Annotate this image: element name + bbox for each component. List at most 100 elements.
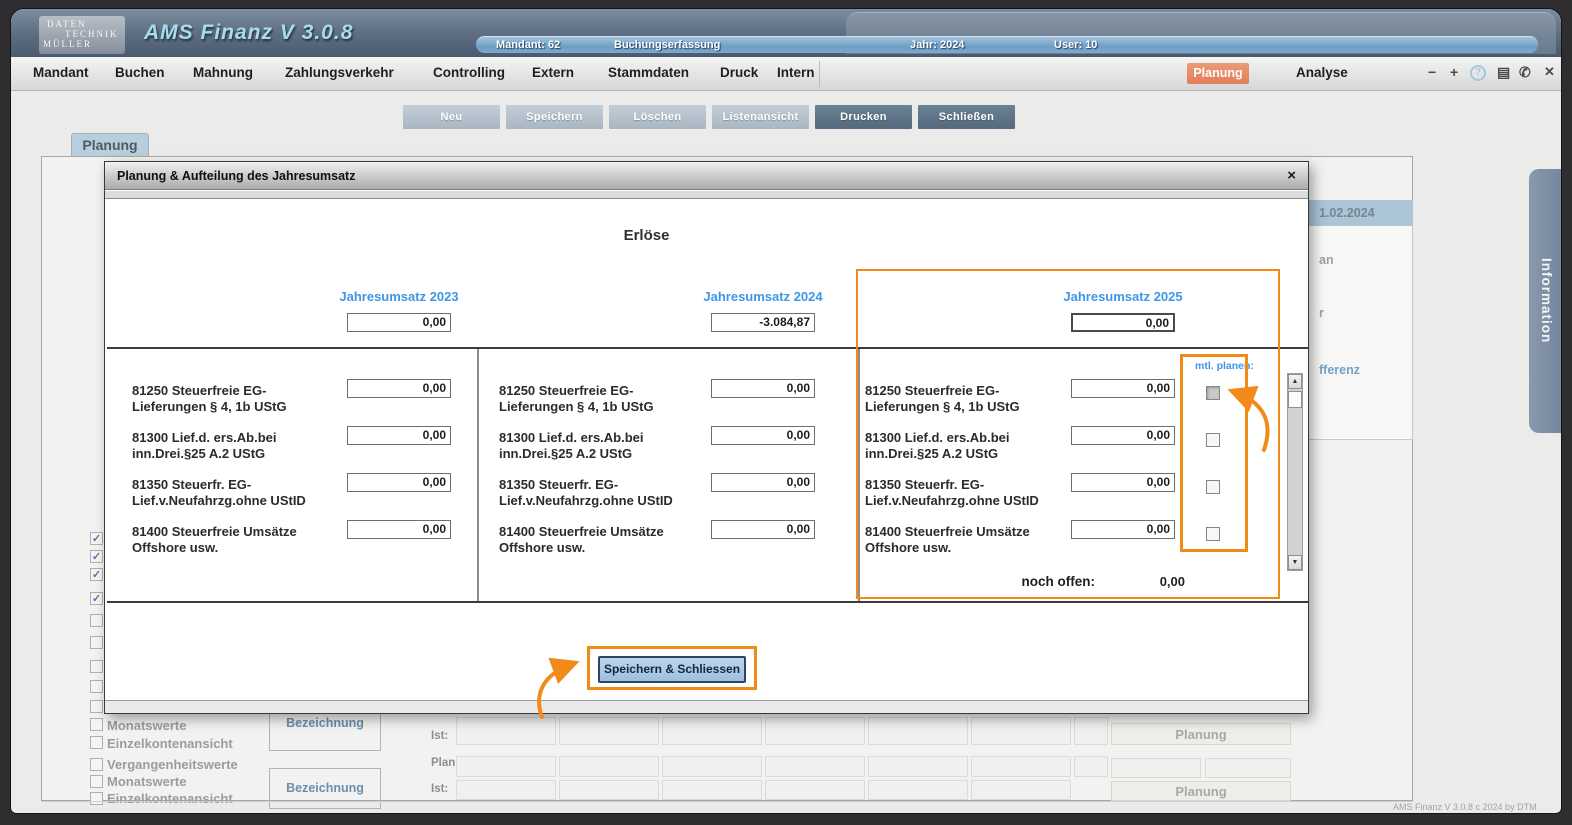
scrollbar-up-icon[interactable]: ▲ [1288,374,1302,389]
notes-icon[interactable]: ▤ [1497,64,1510,81]
bg-checkbox[interactable] [90,614,103,627]
bg-text-fragment-differenz: fferenz [1319,363,1360,377]
bg-grid-input[interactable] [559,756,659,777]
menu-controlling[interactable]: Controlling [433,65,505,80]
bg-grid-input[interactable] [868,780,968,800]
row-label-81400: 81400 Steuerfreie Umsätze Offshore usw. [499,524,721,556]
menu-mandant[interactable]: Mandant [33,65,89,80]
bg-checkbox-checked[interactable]: ✓ [90,550,103,563]
dialog-scrollbar[interactable]: ▲ ▼ [1287,373,1303,571]
toolbar-speichern-button[interactable]: Speichern [506,105,603,129]
value-2024-81250[interactable]: 0,00 [711,379,815,398]
bg-grid-input[interactable] [765,717,865,745]
monatswerte-checkbox[interactable] [90,718,103,731]
dialog-titlebar[interactable]: Planung & Aufteilung des Jahresumsatz × [105,162,1308,190]
toolbar-neu-button[interactable]: Neu [403,105,500,129]
help-icon[interactable]: ? [1470,65,1486,81]
bg-checkbox-checked[interactable]: ✓ [90,568,103,581]
bg-grid-input[interactable] [1111,758,1201,778]
bg-checkbox[interactable] [90,680,103,693]
bg-checkbox[interactable] [90,660,103,673]
vergangenheitswerte-checkbox[interactable] [90,758,103,771]
status-module: Buchungserfassung [614,39,721,51]
bg-checkbox-checked[interactable]: ✓ [90,532,103,545]
bg-grid-input[interactable] [971,717,1071,745]
value-2025-81250[interactable]: 0,00 [1071,379,1175,398]
bezeichnung-box-1[interactable]: Bezeichnung [269,711,381,751]
total-2025-input[interactable]: 0,00 [1071,313,1175,332]
close-icon[interactable]: ✕ [1544,64,1555,80]
menu-mahnung[interactable]: Mahnung [193,65,253,80]
menu-stammdaten[interactable]: Stammdaten [608,65,689,80]
bg-grid-input[interactable] [662,780,762,800]
phone-icon[interactable]: ✆ [1519,64,1531,81]
bg-grid-input[interactable] [662,756,762,777]
row-label-line: Lieferungen § 4, 1b UStG [499,399,654,414]
toolbar-listenansicht-button[interactable]: Listenansicht [712,105,809,129]
bezeichnung-box-2[interactable]: Bezeichnung [269,768,381,809]
tab-analyse[interactable]: Analyse [1296,65,1348,80]
mtl-planen-checkbox-81300[interactable] [1206,433,1220,447]
bg-grid-input[interactable] [456,780,556,800]
monatswerte2-checkbox[interactable] [90,775,103,788]
tab-planung[interactable]: Planung [1187,63,1249,84]
menu-buchen[interactable]: Buchen [115,65,165,80]
bg-grid-input[interactable] [971,780,1071,800]
einzelkonten2-checkbox[interactable] [90,792,103,805]
bg-checkbox[interactable] [90,700,103,713]
bg-grid-input[interactable] [1074,756,1108,777]
status-user: User: 10 [1054,39,1098,51]
bg-grid-input[interactable] [765,756,865,777]
scrollbar-down-icon[interactable]: ▼ [1288,555,1302,570]
mtl-planen-checkbox-81350[interactable] [1206,480,1220,494]
toolbar-loeschen-button[interactable]: Löschen [609,105,706,129]
bg-checkbox-checked[interactable]: ✓ [90,592,103,605]
value-2023-81300[interactable]: 0,00 [347,426,451,445]
bg-grid-input[interactable] [1074,717,1108,745]
value-2023-81400[interactable]: 0,00 [347,520,451,539]
value-2025-81400[interactable]: 0,00 [1071,520,1175,539]
mtl-planen-checkbox-81400[interactable] [1206,527,1220,541]
bg-grid-input[interactable] [456,756,556,777]
bg-grid-input[interactable] [868,717,968,745]
mtl-planen-checkbox-81250[interactable] [1206,386,1220,400]
page-tab-planung[interactable]: Planung [71,133,149,156]
total-2023-input[interactable]: 0,00 [347,313,451,332]
value-2024-81400[interactable]: 0,00 [711,520,815,539]
bg-grid-input[interactable] [559,717,659,745]
app-window: DATEN TECHNIK MÜLLER AMS Finanz V 3.0.8 … [10,8,1562,814]
value-2024-81350[interactable]: 0,00 [711,473,815,492]
row-label-line: 81250 Steuerfreie EG- [865,383,1000,398]
planung-button-2[interactable]: Planung [1111,781,1291,801]
plus-icon[interactable]: + [1450,64,1458,80]
menu-druck[interactable]: Druck [720,65,758,80]
bg-grid-input[interactable] [868,756,968,777]
dialog-close-icon[interactable]: × [1287,162,1296,189]
planung-button-1[interactable]: Planung [1111,723,1291,745]
bg-grid-input[interactable] [765,780,865,800]
menu-intern[interactable]: Intern [777,65,815,80]
value-2024-81300[interactable]: 0,00 [711,426,815,445]
bg-grid-input[interactable] [456,717,556,745]
app-title: AMS Finanz V 3.0.8 [144,21,354,44]
menu-zahlungsverkehr[interactable]: Zahlungsverkehr [285,65,394,80]
value-2025-81300[interactable]: 0,00 [1071,426,1175,445]
scrollbar-thumb[interactable] [1288,391,1302,408]
bg-grid-input[interactable] [662,717,762,745]
total-2024-input[interactable]: -3.084,87 [711,313,815,332]
bg-grid-input[interactable] [1205,758,1291,778]
value-2025-81350[interactable]: 0,00 [1071,473,1175,492]
einzelkonten-checkbox[interactable] [90,736,103,749]
bg-grid-input[interactable] [971,756,1071,777]
bg-checkbox[interactable] [90,636,103,649]
speichern-schliessen-button[interactable]: Speichern & Schliessen [598,656,746,683]
information-side-tab[interactable]: Information [1529,169,1561,433]
status-strip: Mandant: 62 Buchungserfassung Jahr: 2024… [476,36,1538,53]
toolbar-schliessen-button[interactable]: Schließen [918,105,1015,129]
menu-extern[interactable]: Extern [532,65,574,80]
value-2023-81250[interactable]: 0,00 [347,379,451,398]
minus-icon[interactable]: − [1428,64,1436,80]
bg-grid-input[interactable] [559,780,659,800]
value-2023-81350[interactable]: 0,00 [347,473,451,492]
toolbar-drucken-button[interactable]: Drucken [815,105,912,129]
